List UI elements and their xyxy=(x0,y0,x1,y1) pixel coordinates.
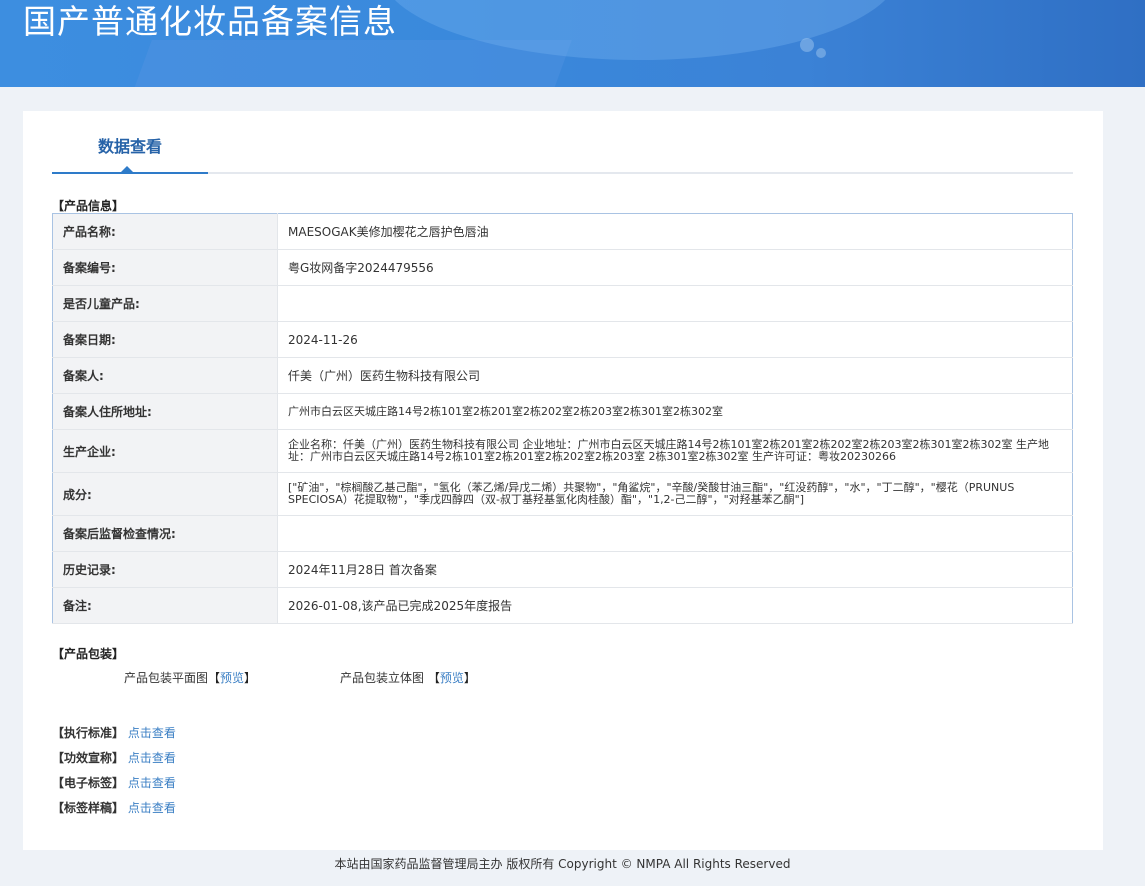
header-banner: 国产普通化妆品备案信息 xyxy=(0,0,1145,87)
row-key: 成分: xyxy=(52,472,278,516)
row-key: 备案人: xyxy=(52,357,278,394)
tab-label: 数据查看 xyxy=(97,137,162,156)
table-row: 备案后监督检查情况: xyxy=(52,515,1073,552)
row-key: 历史记录: xyxy=(52,551,278,588)
row-value: ["矿油"，"棕榈酸乙基己酯"，"氢化（苯乙烯/异戊二烯）共聚物"，"角鲨烷"，… xyxy=(277,472,1073,516)
packaging-solid-preview-link[interactable]: 预览 xyxy=(440,671,464,685)
row-key: 备案编号: xyxy=(52,249,278,286)
banner-decoration xyxy=(800,38,814,52)
row-key: 备案日期: xyxy=(52,321,278,358)
table-row: 备案编号: 粤G妆网备字2024479556 xyxy=(52,249,1073,286)
row-value xyxy=(277,515,1073,552)
execution-standard-row: 【执行标准】 点击查看 xyxy=(52,724,176,741)
electronic-label-row: 【电子标签】 点击查看 xyxy=(52,774,176,791)
row-value: 2024-11-26 xyxy=(277,321,1073,358)
row-value: 仟美（广州）医药生物科技有限公司 xyxy=(277,357,1073,394)
packaging-solid: 产品包装立体图 【预览】 xyxy=(340,671,476,685)
packaging-flat: 产品包装平面图【预览】 xyxy=(124,671,257,685)
table-row: 产品名称: MAESOGAK美修加樱花之唇护色唇油 xyxy=(52,213,1073,250)
label-draft-label: 【标签样稿】 xyxy=(52,801,125,815)
packaging-flat-preview-link[interactable]: 预览 xyxy=(220,671,244,685)
row-key: 产品名称: xyxy=(52,213,278,250)
label-draft-row: 【标签样稿】 点击查看 xyxy=(52,799,176,816)
row-value: MAESOGAK美修加樱花之唇护色唇油 xyxy=(277,213,1073,250)
row-key: 是否儿童产品: xyxy=(52,285,278,322)
table-row: 是否儿童产品: xyxy=(52,285,1073,322)
table-row: 备案人住所地址: 广州市白云区天城庄路14号2栋101室2栋201室2栋202室2… xyxy=(52,393,1073,430)
electronic-label-link[interactable]: 点击查看 xyxy=(128,776,176,790)
table-row: 备注: 2026-01-08,该产品已完成2025年度报告 xyxy=(52,587,1073,624)
execution-standard-link[interactable]: 点击查看 xyxy=(128,726,176,740)
row-value xyxy=(277,285,1073,322)
table-row: 备案人: 仟美（广州）医药生物科技有限公司 xyxy=(52,357,1073,394)
row-key: 生产企业: xyxy=(52,429,278,473)
table-row: 成分: ["矿油"，"棕榈酸乙基己酯"，"氢化（苯乙烯/异戊二烯）共聚物"，"角鲨… xyxy=(52,472,1073,516)
product-info-section-label: 【产品信息】 xyxy=(52,199,125,213)
row-key: 备案后监督检查情况: xyxy=(52,515,278,552)
efficacy-claim-link[interactable]: 点击查看 xyxy=(128,751,176,765)
efficacy-claim-label: 【功效宣称】 xyxy=(52,751,125,765)
packaging-flat-label: 产品包装平面图 xyxy=(124,671,209,685)
page-title: 国产普通化妆品备案信息 xyxy=(23,2,397,41)
table-row: 历史记录: 2024年11月28日 首次备案 xyxy=(52,551,1073,588)
efficacy-claim-row: 【功效宣称】 点击查看 xyxy=(52,749,176,766)
row-key: 备注: xyxy=(52,587,278,624)
row-value: 粤G妆网备字2024479556 xyxy=(277,249,1073,286)
tab-data-view[interactable]: 数据查看 xyxy=(52,111,208,174)
row-value: 2024年11月28日 首次备案 xyxy=(277,551,1073,588)
packaging-solid-label: 产品包装立体图 xyxy=(340,671,425,685)
electronic-label-label: 【电子标签】 xyxy=(52,776,125,790)
banner-decoration xyxy=(108,40,572,87)
packaging-section-label: 【产品包装】 xyxy=(52,647,125,661)
main-panel: 数据查看 【产品信息】 产品名称: MAESOGAK美修加樱花之唇护色唇油 备案编… xyxy=(23,111,1103,850)
tab-caret-icon xyxy=(121,166,133,172)
execution-standard-label: 【执行标准】 xyxy=(52,726,125,740)
row-value: 企业名称：仟美（广州）医药生物科技有限公司 企业地址：广州市白云区天城庄路14号… xyxy=(277,429,1073,473)
product-info-table: 产品名称: MAESOGAK美修加樱花之唇护色唇油 备案编号: 粤G妆网备字2024… xyxy=(52,213,1073,624)
row-key: 备案人住所地址: xyxy=(52,393,278,430)
footer-copyright: 本站由国家药品监督管理局主办 版权所有 Copyright © NMPA All… xyxy=(334,857,791,871)
table-row: 生产企业: 企业名称：仟美（广州）医药生物科技有限公司 企业地址：广州市白云区天城… xyxy=(52,429,1073,473)
tab-bar: 数据查看 xyxy=(52,111,1073,174)
table-row: 备案日期: 2024-11-26 xyxy=(52,321,1073,358)
row-value: 广州市白云区天城庄路14号2栋101室2栋201室2栋202室2栋203室2栋3… xyxy=(277,393,1073,430)
banner-decoration xyxy=(816,48,826,58)
label-draft-link[interactable]: 点击查看 xyxy=(128,801,176,815)
row-value: 2026-01-08,该产品已完成2025年度报告 xyxy=(277,587,1073,624)
